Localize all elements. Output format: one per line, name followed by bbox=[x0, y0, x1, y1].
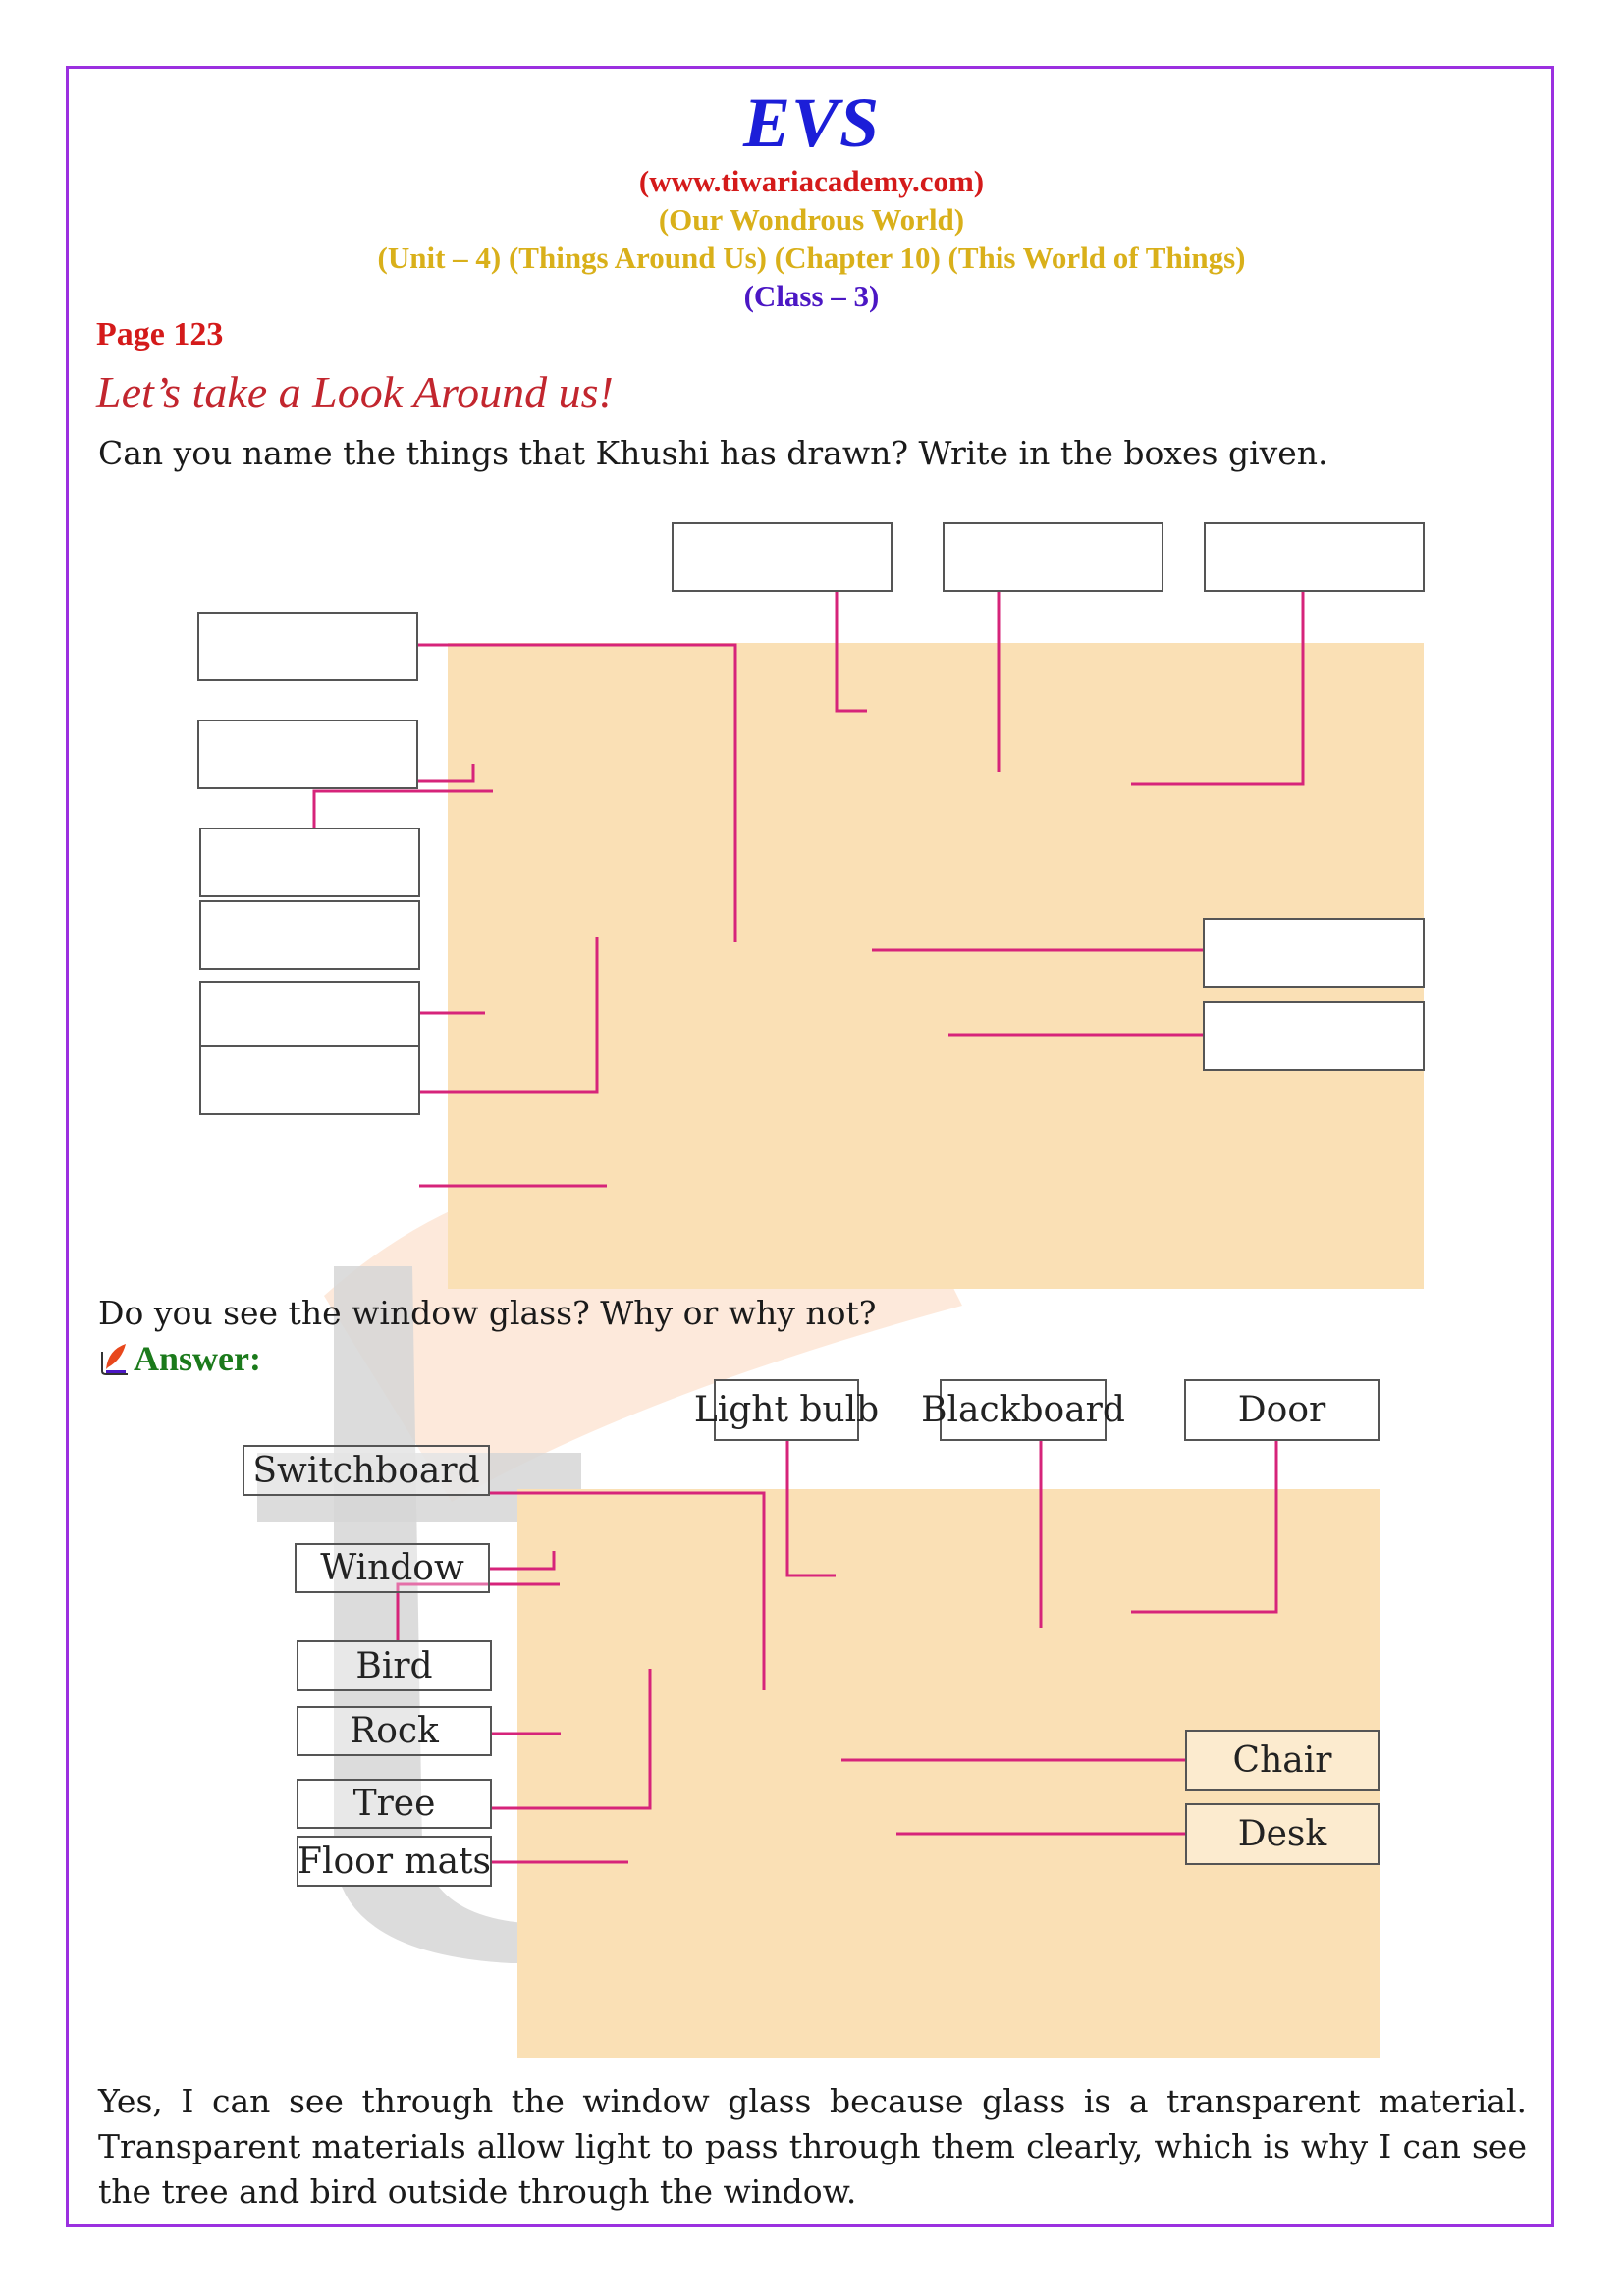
blank-box-top-1[interactable] bbox=[672, 522, 893, 592]
section-heading: Let’s take a Look Around us! bbox=[96, 367, 614, 417]
question-1: Can you name the things that Khushi has … bbox=[98, 434, 1328, 472]
label-rock: Rock bbox=[297, 1706, 492, 1756]
class-line: (Class – 3) bbox=[743, 279, 880, 313]
answer-label: Answer: bbox=[134, 1339, 261, 1378]
blank-box-top-3[interactable] bbox=[1204, 522, 1425, 592]
label-bird: Bird bbox=[297, 1640, 492, 1691]
blank-box-left-6[interactable] bbox=[199, 1045, 420, 1115]
label-desk: Desk bbox=[1185, 1803, 1380, 1865]
label-window: Window bbox=[295, 1543, 490, 1593]
label-light-bulb: Light bulb bbox=[694, 1379, 879, 1441]
question-2: Do you see the window glass? Why or why … bbox=[98, 1294, 877, 1332]
label-floor-mats: Floor mats bbox=[297, 1836, 492, 1887]
blank-box-left-3[interactable] bbox=[199, 828, 420, 897]
blank-box-left-1[interactable] bbox=[197, 612, 418, 681]
website-link[interactable]: (www.tiwariacademy.com) bbox=[0, 164, 1623, 199]
blank-box-top-2[interactable] bbox=[943, 522, 1163, 592]
label-door: Door bbox=[1184, 1379, 1380, 1441]
blank-box-left-2[interactable] bbox=[197, 720, 418, 789]
chapter-line: (Unit – 4) (Things Around Us) (Chapter 1… bbox=[377, 240, 1246, 275]
label-tree: Tree bbox=[297, 1779, 492, 1829]
label-switchboard: Switchboard bbox=[243, 1445, 490, 1496]
blank-box-right-2[interactable] bbox=[1203, 1001, 1425, 1071]
blank-box-left-5[interactable] bbox=[199, 981, 420, 1050]
label-chair: Chair bbox=[1185, 1730, 1380, 1791]
page-title: EVS bbox=[742, 83, 881, 162]
label-blackboard: Blackboard bbox=[921, 1379, 1125, 1441]
blank-box-right-1[interactable] bbox=[1203, 918, 1425, 988]
quill-logo-icon bbox=[101, 1344, 128, 1375]
page-number: Page 123 bbox=[96, 316, 224, 352]
answer-heading: Answer: bbox=[98, 1338, 261, 1379]
blank-box-left-4[interactable] bbox=[199, 900, 420, 970]
book-title: (Our Wondrous World) bbox=[658, 202, 965, 237]
answer-paragraph: Yes, I can see through the window glass … bbox=[98, 2082, 1527, 2211]
